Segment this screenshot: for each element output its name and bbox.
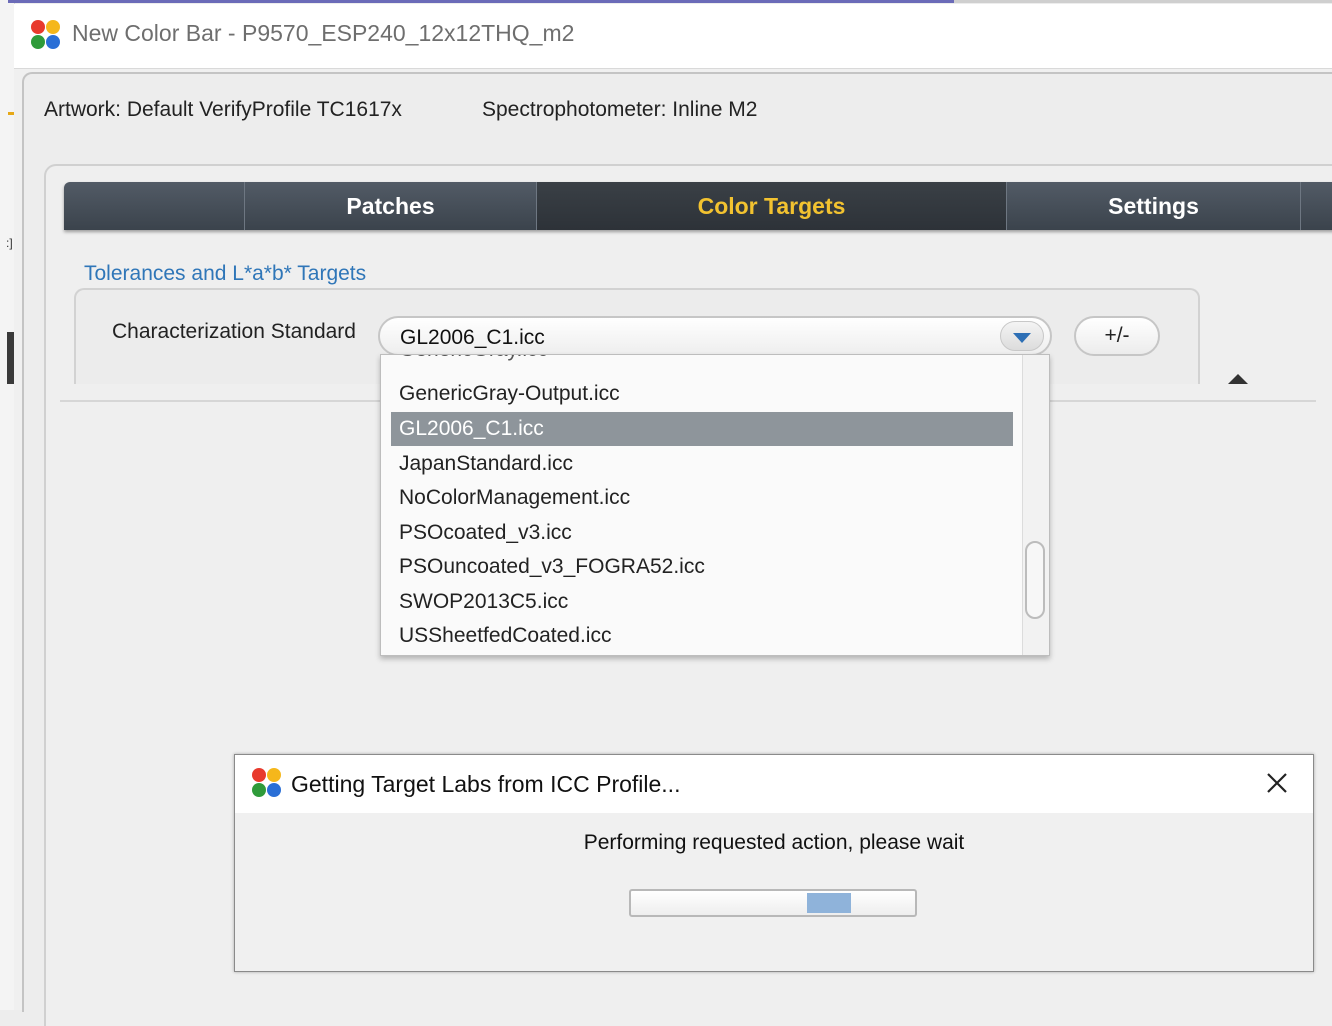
dialog-titlebar[interactable]: Getting Target Labs from ICC Profile... (235, 755, 1313, 813)
list-item[interactable]: PSOuncoated_v3_FOGRA52.icc (391, 550, 1013, 584)
close-icon[interactable] (1261, 767, 1293, 799)
profile-dropdown-list[interactable]: GenericGray.icc GenericGray-Output.icc G… (380, 354, 1050, 656)
characterization-standard-label: Characterization Standard (112, 320, 356, 343)
tab-color-targets[interactable]: Color Targets (536, 182, 1006, 230)
list-item-partial[interactable]: GenericGray.icc (391, 355, 1013, 367)
window-titlebar[interactable]: New Color Bar - P9570_ESP240_12x12THQ_m2 (14, 4, 1332, 69)
list-item[interactable]: SWOP2013C5.icc (391, 585, 1013, 619)
list-item[interactable]: PSOcoated_v3.icc (391, 516, 1013, 550)
characterization-standard-combobox[interactable]: GL2006_C1.icc (378, 316, 1052, 356)
progress-bar (629, 889, 917, 917)
background-accent (8, 0, 954, 3)
spectrophotometer-label: Spectrophotometer: Inline M2 (482, 98, 758, 121)
tab-bar-filler (1300, 182, 1332, 230)
scrollbar-thumb[interactable] (1025, 541, 1045, 619)
list-item[interactable]: USSheetfedCoated.icc (391, 619, 1013, 653)
chevron-down-icon (1013, 333, 1031, 343)
dropdown-toggle-button[interactable] (1000, 321, 1044, 351)
list-item-selected[interactable]: GL2006_C1.icc (391, 412, 1013, 446)
app-logo-icon (251, 768, 283, 800)
list-item[interactable]: GenericGray-Output.icc (391, 377, 1013, 411)
progress-dialog: Getting Target Labs from ICC Profile... … (234, 754, 1314, 972)
background-marker (7, 332, 14, 384)
window-title: New Color Bar - P9570_ESP240_12x12THQ_m2 (72, 20, 575, 46)
list-item[interactable]: JapanStandard.icc (391, 447, 1013, 481)
progress-indicator (807, 893, 851, 913)
background-marker: :] (6, 236, 13, 250)
dropdown-scrollbar[interactable] (1022, 355, 1049, 655)
dialog-title: Getting Target Labs from ICC Profile... (291, 771, 681, 797)
dialog-message: Performing requested action, please wait (583, 831, 965, 854)
background-accent (954, 0, 1332, 3)
artwork-label: Artwork: Default VerifyProfile TC1617x (44, 98, 402, 121)
list-item[interactable]: NoColorManagement.icc (391, 481, 1013, 515)
tolerances-group-label: Tolerances and L*a*b* Targets (84, 262, 367, 285)
app-logo-icon (30, 20, 62, 52)
collapse-up-icon[interactable] (1228, 374, 1248, 384)
tab-settings[interactable]: Settings (1006, 182, 1300, 230)
tab-bar: Patches Color Targets Settings (64, 182, 1332, 230)
background-window-strip: :] (0, 0, 15, 1010)
tab-patches[interactable]: Patches (244, 182, 536, 230)
plus-minus-button[interactable]: +/- (1074, 316, 1160, 356)
combobox-selected-value: GL2006_C1.icc (400, 326, 545, 349)
